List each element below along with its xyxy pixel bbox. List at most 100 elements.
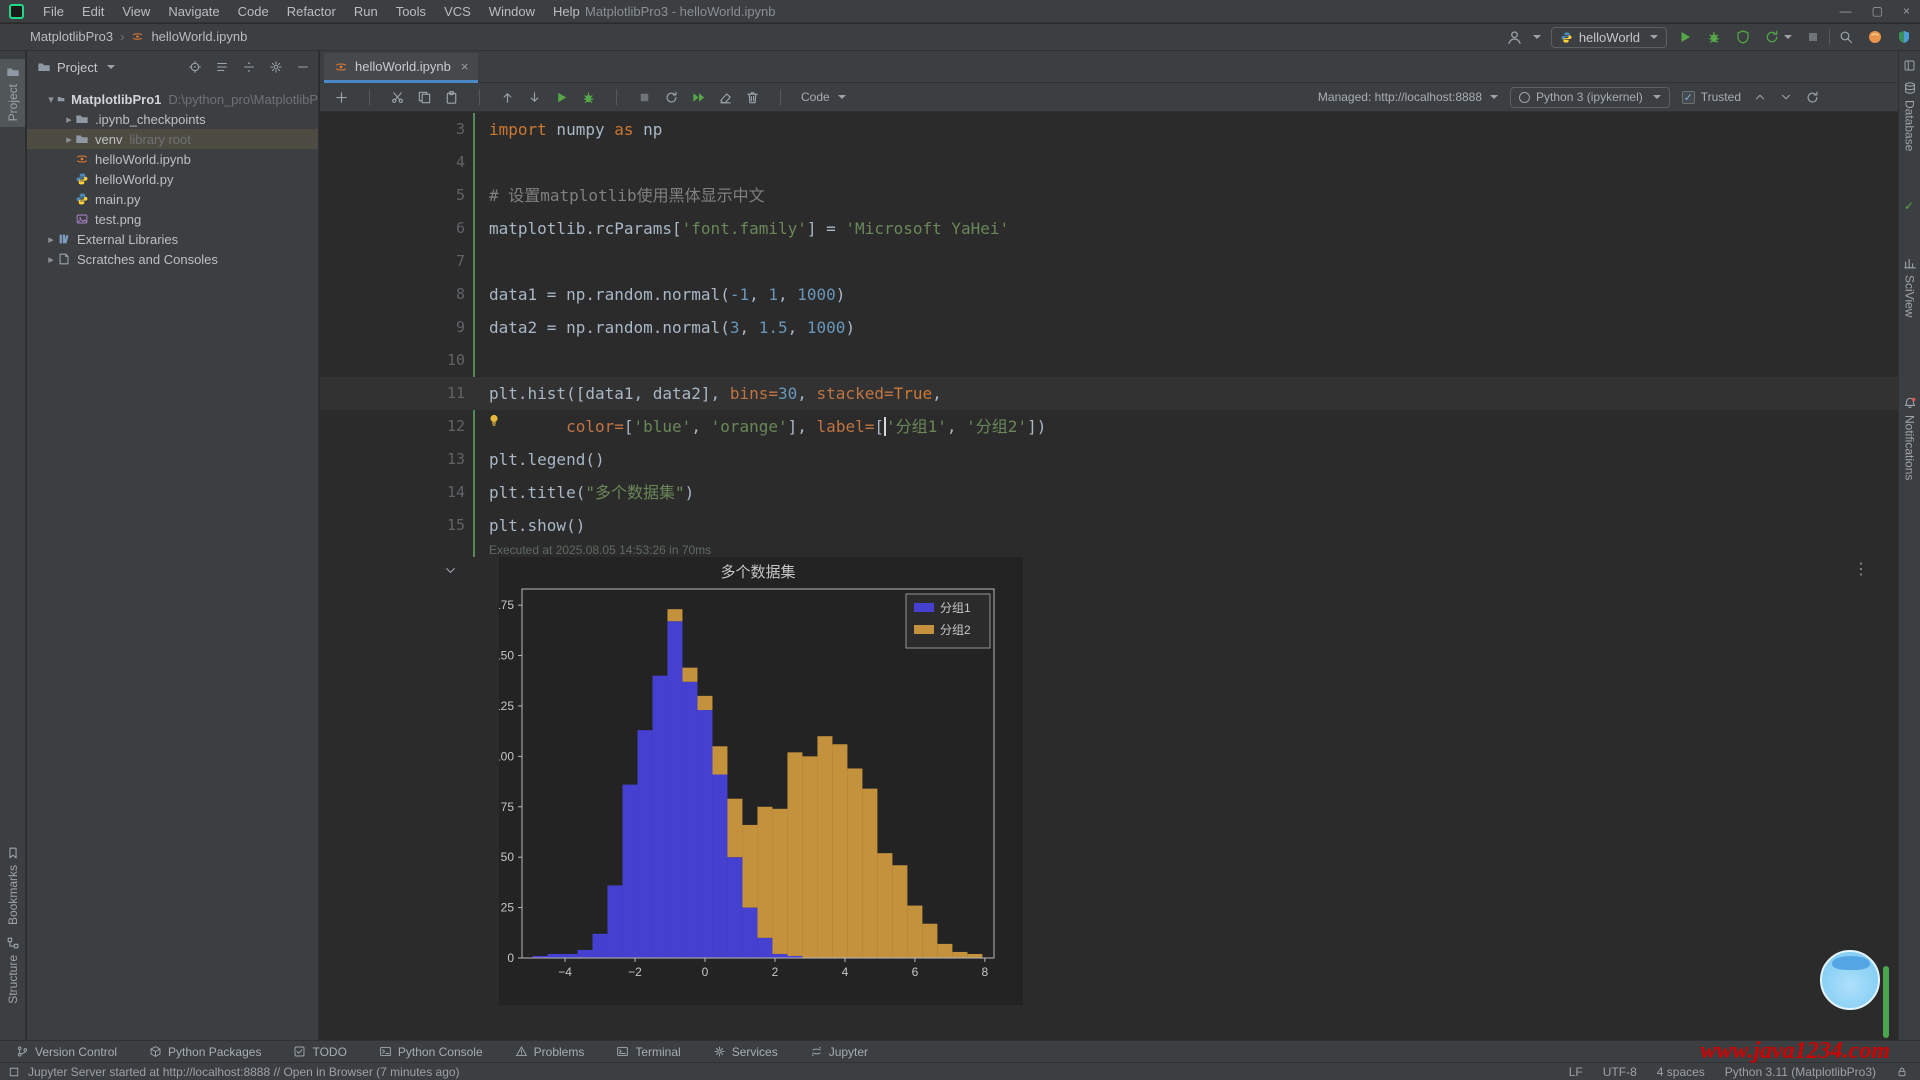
tool-window-tab-project[interactable]: Project: [0, 59, 25, 127]
status-widget-encoding[interactable]: UTF-8: [1603, 1065, 1637, 1079]
tool-window-tab-bookmarks[interactable]: Bookmarks: [0, 846, 25, 925]
code-line-6[interactable]: 6matplotlib.rcParams['font.family'] = 'M…: [320, 212, 1898, 245]
chevron-down-icon[interactable]: [443, 563, 458, 578]
tree-item-helloworld-py[interactable]: helloWorld.py: [27, 169, 318, 189]
copy-cell-icon[interactable]: [417, 90, 432, 105]
floating-avatar-badge[interactable]: [1820, 950, 1880, 1010]
code-line-4[interactable]: 4: [320, 146, 1898, 179]
status-widget-indent[interactable]: 4 spaces: [1657, 1065, 1705, 1079]
run-configuration-select[interactable]: helloWorld: [1551, 27, 1667, 48]
tool-window-button-jupyter[interactable]: Jupyter: [794, 1045, 884, 1059]
tree-item-main-py[interactable]: main.py: [27, 189, 318, 209]
interrupt-kernel-icon[interactable]: [637, 90, 652, 105]
tool-window-tab-sciview[interactable]: SciView: [1899, 256, 1920, 317]
minimize-window-icon[interactable]: —: [1840, 4, 1852, 18]
maximize-window-icon[interactable]: ▢: [1872, 4, 1883, 18]
debug-cell-icon[interactable]: [581, 90, 596, 105]
code-line-13[interactable]: 13plt.legend(): [320, 443, 1898, 476]
tool-window-switcher-icon[interactable]: [8, 1066, 20, 1078]
collapse-output-icon[interactable]: [443, 563, 458, 578]
cell-type-select[interactable]: Code: [801, 90, 846, 104]
tree-item--ipynb-checkpoints[interactable]: ▸.ipynb_checkpoints: [27, 109, 318, 129]
code-line-9[interactable]: 9data2 = np.random.normal(3, 1.5, 1000): [320, 311, 1898, 344]
kernel-select[interactable]: Python 3 (ipykernel): [1510, 87, 1670, 108]
search-everywhere-icon[interactable]: [1838, 29, 1854, 45]
tool-window-button-problems[interactable]: Problems: [499, 1045, 601, 1059]
code-line-11[interactable]: 11plt.hist([data1, data2], bins=30, stac…: [320, 377, 1898, 410]
scrollbar-thumb[interactable]: [1883, 966, 1889, 1038]
tree-right-chevron-icon[interactable]: ▸: [63, 133, 75, 146]
cut-cell-icon[interactable]: [390, 90, 405, 105]
run-cell-icon[interactable]: [554, 90, 569, 105]
project-panel-title[interactable]: Project: [57, 60, 97, 75]
collapse-all-icon[interactable]: [242, 60, 256, 74]
tree-item-external-libraries[interactable]: ▸External Libraries: [27, 229, 318, 249]
menu-run[interactable]: Run: [345, 4, 387, 19]
tool-window-button-python-console[interactable]: Python Console: [363, 1045, 499, 1059]
status-widget-interpreter[interactable]: Python 3.11 (MatplotlibPro3): [1725, 1065, 1876, 1079]
menu-code[interactable]: Code: [229, 4, 278, 19]
right-stripe-top-icon[interactable]: [1903, 59, 1916, 72]
status-widget-line-ending[interactable]: LF: [1569, 1065, 1583, 1079]
paste-cell-icon[interactable]: [444, 90, 459, 105]
rerun-button[interactable]: [1764, 29, 1792, 45]
delete-cell-icon[interactable]: [745, 90, 760, 105]
menu-refactor[interactable]: Refactor: [278, 4, 345, 19]
menu-vcs[interactable]: VCS: [435, 4, 480, 19]
security-shield-icon[interactable]: [1896, 29, 1912, 45]
tree-item-scratches-and-consoles[interactable]: ▸Scratches and Consoles: [27, 249, 318, 269]
run-all-icon[interactable]: [691, 90, 706, 105]
settings-icon[interactable]: [269, 60, 283, 74]
tab-helloworld-ipynb[interactable]: helloWorld.ipynb ×: [324, 53, 478, 83]
menu-help[interactable]: Help: [544, 4, 589, 19]
menu-edit[interactable]: Edit: [73, 4, 113, 19]
locate-file-icon[interactable]: [188, 60, 202, 74]
tree-item-test-png[interactable]: test.png: [27, 209, 318, 229]
user-account-icon[interactable]: [1506, 29, 1523, 46]
tool-window-button-version-control[interactable]: Version Control: [0, 1045, 133, 1059]
code-line-3[interactable]: 3import numpy as np: [320, 113, 1898, 146]
move-cell-up-icon[interactable]: [500, 90, 515, 105]
tool-window-tab-structure[interactable]: Structure: [0, 936, 25, 1004]
close-tab-icon[interactable]: ×: [461, 59, 469, 74]
menu-navigate[interactable]: Navigate: [159, 4, 228, 19]
code-line-10[interactable]: 10: [320, 344, 1898, 377]
jupyter-server-select[interactable]: Managed: http://localhost:8888: [1318, 90, 1498, 104]
expand-all-icon[interactable]: [215, 60, 229, 74]
tree-right-chevron-icon[interactable]: ▸: [45, 233, 57, 246]
tool-window-button-todo[interactable]: TODO: [277, 1045, 362, 1059]
clear-outputs-icon[interactable]: [718, 90, 733, 105]
move-cell-down-icon[interactable]: [527, 90, 542, 105]
tree-item-venv[interactable]: ▸venvlibrary root: [27, 129, 318, 149]
status-message[interactable]: Jupyter Server started at http://localho…: [28, 1065, 460, 1079]
notebook-settings-icon[interactable]: [1805, 90, 1820, 105]
menu-tools[interactable]: Tools: [387, 4, 435, 19]
tool-window-button-services[interactable]: Services: [697, 1045, 794, 1059]
add-cell-icon[interactable]: [334, 90, 349, 105]
run-button[interactable]: [1677, 29, 1693, 45]
coverage-button[interactable]: [1735, 29, 1751, 45]
hide-panel-icon[interactable]: [296, 60, 310, 74]
breadcrumb-file[interactable]: helloWorld.ipynb: [151, 29, 247, 44]
debug-button[interactable]: [1706, 29, 1722, 45]
code-line-8[interactable]: 8data1 = np.random.normal(-1, 1, 1000): [320, 278, 1898, 311]
code-line-5[interactable]: 5# 设置matplotlib使用黑体显示中文: [320, 179, 1898, 212]
inspections-ok-icon[interactable]: ✓: [1904, 199, 1914, 213]
trusted-checkbox[interactable]: ✓ Trusted: [1682, 90, 1741, 104]
code-line-15[interactable]: 15plt.show(): [320, 509, 1898, 542]
tree-down-chevron-icon[interactable]: ▾: [45, 93, 57, 106]
stop-button[interactable]: [1805, 29, 1821, 45]
tool-window-tab-database[interactable]: Database: [1899, 81, 1920, 151]
output-options-kebab-icon[interactable]: ⋮: [1853, 559, 1870, 579]
code-line-12[interactable]: 12 color=['blue', 'orange'], label=['分组1…: [320, 410, 1898, 443]
tool-window-button-terminal[interactable]: Terminal: [600, 1045, 696, 1059]
tool-window-button-python-packages[interactable]: Python Packages: [133, 1045, 277, 1059]
tool-window-tab-notifications[interactable]: Notifications: [1899, 396, 1920, 480]
tree-right-chevron-icon[interactable]: ▸: [45, 253, 57, 266]
code-line-14[interactable]: 14plt.title("多个数据集"): [320, 476, 1898, 509]
code-line-7[interactable]: 7: [320, 245, 1898, 278]
menu-window[interactable]: Window: [480, 4, 544, 19]
restart-kernel-icon[interactable]: [664, 90, 679, 105]
tree-right-chevron-icon[interactable]: ▸: [63, 113, 75, 126]
menu-view[interactable]: View: [113, 4, 159, 19]
